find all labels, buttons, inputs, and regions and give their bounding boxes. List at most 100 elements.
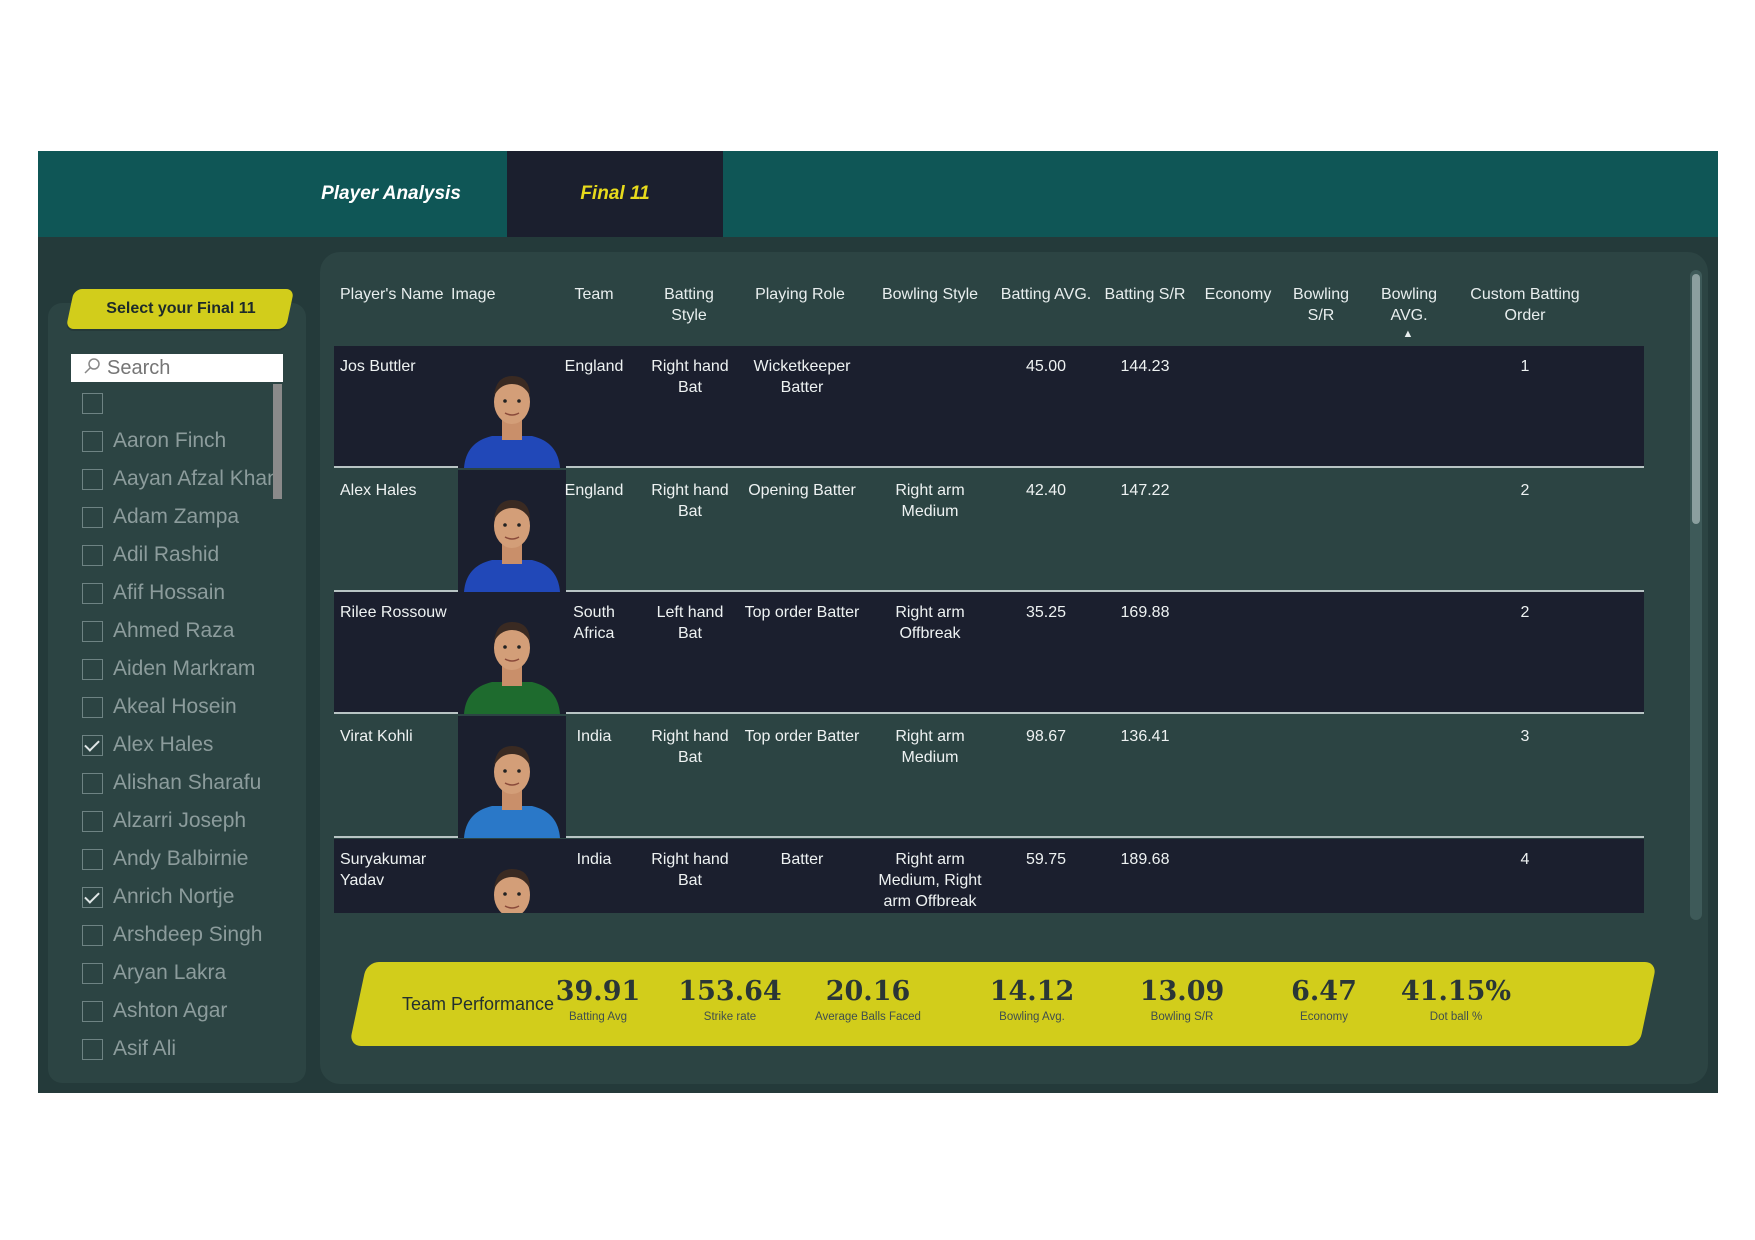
cell-batting-order: 3 [1520,728,1530,745]
cell-team: England [564,358,624,375]
player-list-item[interactable]: Aiden Markram [82,650,322,688]
player-list-item[interactable]: Akeal Hosein [82,688,322,726]
player-checkbox[interactable] [82,468,103,490]
player-name: Aiden Markram [113,657,256,680]
player-list-item[interactable]: Anrich Nortje [82,878,322,916]
player-checkbox[interactable] [82,620,103,642]
player-checkbox[interactable] [82,1038,103,1060]
top-nav-bar: Player Analysis Final 11 [38,151,1718,237]
column-header-name[interactable]: Player's Name [340,284,445,305]
player-list-scrollbar[interactable] [273,384,282,499]
player-name: Aryan Lakra [113,961,227,984]
table-row[interactable]: Rilee Rossouw South Africa Left hand Bat To… [334,592,1644,714]
player-list-item[interactable]: Alishan Sharafu [82,764,322,802]
column-header-bowling-sr[interactable]: Bowling S/R [1288,284,1354,326]
player-checkbox[interactable] [82,696,103,718]
final-11-table-panel: Player's Name Image Team Batting Style P… [320,252,1708,1084]
table-row[interactable]: Jos Buttler England Right hand Bat Wicketke… [334,346,1644,468]
search-box[interactable] [71,354,283,382]
player-list-item[interactable]: Asif Ali [82,1030,322,1068]
player-checkbox[interactable] [82,544,103,566]
player-list-item[interactable]: Arshdeep Singh [82,916,322,954]
player-checkbox[interactable] [82,1000,103,1022]
cell-batting-order: 4 [1520,851,1530,868]
cell-bowling-style: Right arm Medium, Right arm Offbreak [878,851,982,910]
cell-batting-style: Right hand Bat [651,851,729,889]
player-list-item[interactable]: Alzarri Joseph [82,802,322,840]
column-header-batting-avg[interactable]: Batting AVG. [996,284,1096,305]
table-row[interactable]: Suryakumar Yadav India Right hand Bat Batte… [334,839,1644,913]
cell-team: South Africa [573,604,615,642]
player-checkbox[interactable] [82,734,103,756]
table-scrollbar-thumb[interactable] [1692,274,1700,524]
column-header-custom-batting-order[interactable]: Custom Batting Order [1460,284,1590,326]
player-list-item[interactable]: Alex Hales [82,726,322,764]
player-list-item[interactable]: Ashton Agar [82,992,322,1030]
kpi-label: Bowling S/R [1150,1011,1214,1023]
player-checkbox[interactable] [82,582,103,604]
player-checkbox[interactable] [82,430,103,452]
player-list-item[interactable]: Adam Zampa [82,498,322,536]
player-list-item[interactable]: Adil Rashid [82,536,322,574]
sort-ascending-icon: ▲ [1402,328,1414,340]
table-row[interactable]: Alex Hales England Right hand Bat Opening B… [334,470,1644,592]
player-list-item[interactable]: Andy Balbirnie [82,840,322,878]
player-photo [458,839,566,913]
cell-batting-avg: 98.67 [1025,728,1067,745]
player-photo [458,716,566,838]
team-performance-bar: Team Performance 39.91 Batting Avg 153.64 S… [338,962,1657,1046]
cell-batting-sr: 136.41 [1120,728,1170,745]
cell-bowling-style: Right arm Medium [895,482,965,520]
player-name: Anrich Nortje [113,885,235,908]
player-checkbox[interactable] [82,772,103,794]
player-name: Arshdeep Singh [113,923,263,946]
player-name: Aaron Finch [113,429,227,452]
tab-player-analysis[interactable]: Player Analysis [276,151,506,237]
player-checkbox[interactable] [82,924,103,946]
kpi-label: Dot ball % [1429,1011,1483,1023]
column-header-economy[interactable]: Economy [1198,284,1278,305]
table-row[interactable]: Virat Kohli India Right hand Bat Top order … [334,716,1644,838]
player-name: Akeal Hosein [113,695,237,718]
player-checkbox[interactable] [82,658,103,680]
kpi-card: 20.16 Average Balls Faced [788,976,948,1023]
kpi-value: 14.12 [989,976,1075,1007]
player-name: Ahmed Raza [113,619,235,642]
player-checkbox[interactable] [82,962,103,984]
player-checkbox[interactable] [82,392,103,414]
player-list: Aaron Finch Aayan Afzal Khan Adam Zampa Adi… [82,384,322,1093]
kpi-value: 153.64 [678,976,782,1007]
player-list-item[interactable]: Aaron Finch [82,422,322,460]
cell-batting-sr: 147.22 [1120,482,1170,499]
player-photo [458,346,566,468]
player-checkbox[interactable] [82,886,103,908]
search-input[interactable] [107,356,267,380]
player-checkbox[interactable] [82,810,103,832]
cell-player-name: Alex Hales [340,482,417,499]
column-header-batting-sr[interactable]: Batting S/R [1100,284,1190,305]
player-checkbox[interactable] [82,506,103,528]
cell-batting-sr: 144.23 [1120,358,1170,375]
player-list-item[interactable]: Aayan Afzal Khan [82,460,322,498]
player-list-item[interactable] [82,384,322,422]
player-list-item[interactable]: Afif Hossain [82,574,322,612]
cell-player-name: Virat Kohli [340,728,413,745]
column-header-image[interactable]: Image [451,284,511,305]
select-final-11-label: Select your Final 11 [106,300,256,317]
cell-bowling-style: Right arm Offbreak [895,604,965,642]
column-header-team[interactable]: Team [554,284,634,305]
cell-batting-sr: 169.88 [1120,604,1170,621]
player-list-item[interactable]: Aryan Lakra [82,954,322,992]
player-checkbox[interactable] [82,848,103,870]
kpi-value: 20.16 [825,976,911,1007]
column-header-bowling-avg[interactable]: Bowling AVG. [1376,284,1442,326]
tab-final-11[interactable]: Final 11 [507,151,723,237]
player-name: Afif Hossain [113,581,226,604]
player-list-item[interactable]: Ahmed Raza [82,612,322,650]
cell-batting-order: 1 [1520,358,1530,375]
column-header-bowling-style[interactable]: Bowling Style [870,284,990,305]
player-name: Alex Hales [113,733,214,756]
kpi-card: 14.12 Bowling Avg. [952,976,1112,1023]
column-header-playing-role[interactable]: Playing Role [745,284,855,305]
column-header-batting-style[interactable]: Batting Style [651,284,727,326]
